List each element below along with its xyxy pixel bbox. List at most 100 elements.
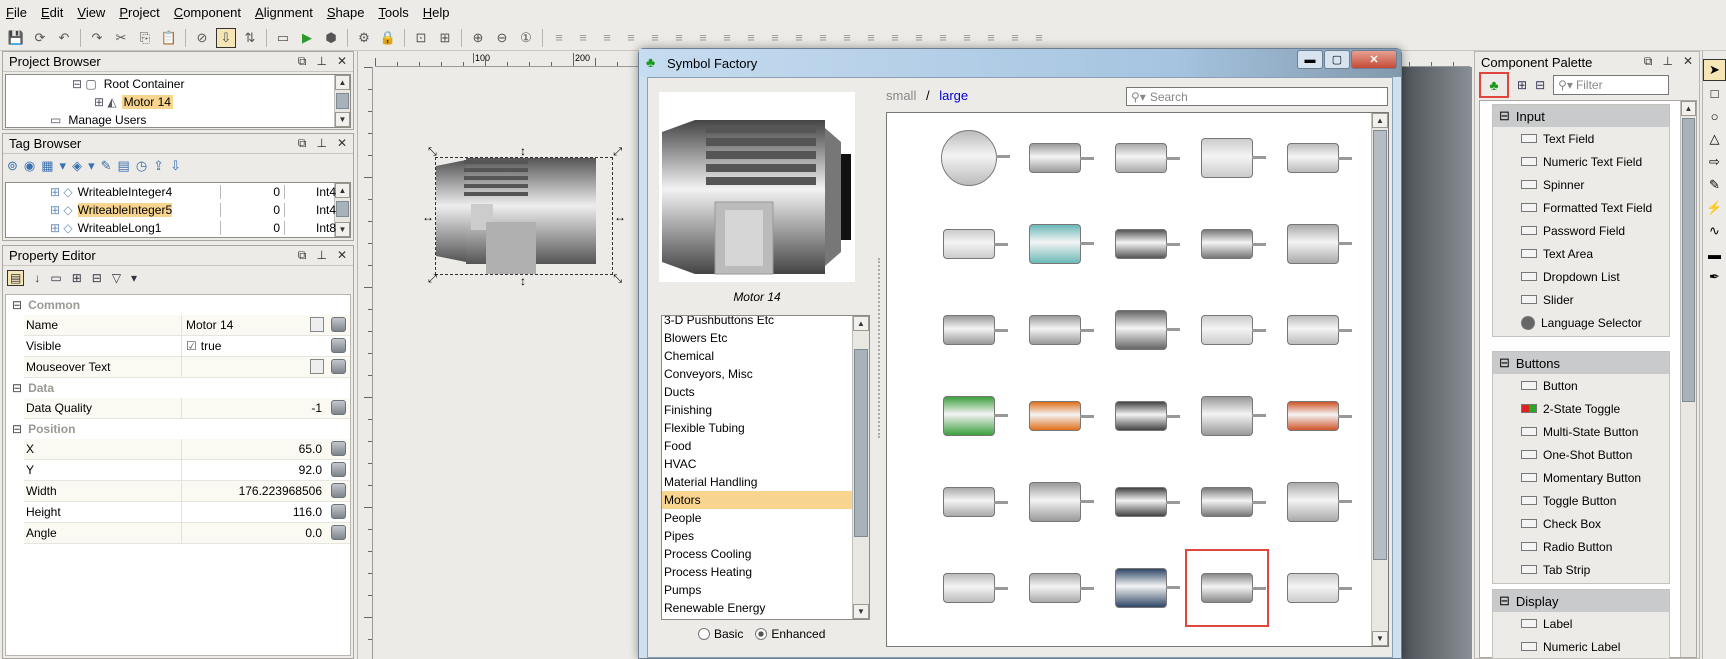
symbol-item[interactable] xyxy=(1013,463,1097,541)
arrow-icon[interactable]: ⇨ xyxy=(1703,151,1726,173)
align-bottom-icon[interactable]: ≡ xyxy=(885,28,905,48)
property-row[interactable]: Y 92.0 xyxy=(24,460,350,481)
category-item[interactable]: Process Cooling xyxy=(662,545,869,563)
gradient-icon[interactable]: ▬ xyxy=(1703,243,1726,265)
property-value[interactable]: 0.0 xyxy=(182,523,350,543)
expand-all-icon[interactable]: ⊞ xyxy=(1517,78,1527,92)
pointer-icon[interactable]: ➤ xyxy=(1703,59,1726,81)
cut-icon[interactable]: ✂ xyxy=(111,28,131,48)
chevron-down-icon[interactable]: ▾ xyxy=(131,271,137,285)
scrollbar[interactable]: ▲ ▼ xyxy=(1371,113,1388,646)
palette-item[interactable]: Spinner xyxy=(1493,173,1669,196)
gear-icon[interactable]: ⚙ xyxy=(354,28,374,48)
maximize-button[interactable]: ▢ xyxy=(1324,50,1350,69)
symbol-item[interactable] xyxy=(927,291,1011,369)
collapse-all-icon[interactable]: ⊟ xyxy=(92,271,102,285)
binding-icon[interactable] xyxy=(331,525,346,540)
center-v-icon[interactable]: ≡ xyxy=(933,28,953,48)
rectangle-icon[interactable]: □ xyxy=(1703,82,1726,104)
ellipse-icon[interactable]: ○ xyxy=(1703,105,1726,127)
palette-item[interactable]: Password Field xyxy=(1493,219,1669,242)
menu-component[interactable]: Component xyxy=(174,5,241,20)
edit-text-icon[interactable] xyxy=(310,359,324,374)
tree-item[interactable]: ⊞ ◭ Motor 14 xyxy=(6,93,350,111)
float-icon[interactable]: ⧉ xyxy=(298,248,307,263)
size-large-link[interactable]: large xyxy=(939,88,968,103)
category-item[interactable]: Chemical xyxy=(662,347,869,365)
palette-item[interactable]: Button xyxy=(1493,374,1669,397)
menu-edit[interactable]: Edit xyxy=(41,5,63,20)
paste-icon[interactable]: 📋 xyxy=(159,28,179,48)
palette-item[interactable]: Formatted Text Field xyxy=(1493,196,1669,219)
symbol-item[interactable] xyxy=(927,119,1011,197)
category-item[interactable]: 3-D Pushbuttons Etc xyxy=(662,316,869,329)
zoom-actual-icon[interactable]: ① xyxy=(516,28,536,48)
resize-handle[interactable]: ↕ xyxy=(520,274,526,288)
chevron-down-icon[interactable]: ▾ xyxy=(88,158,95,174)
symbol-item[interactable] xyxy=(1013,549,1097,627)
palette-item[interactable]: 2-State Toggle xyxy=(1493,397,1669,420)
minimize-button[interactable]: ▬ xyxy=(1297,50,1323,69)
distribute-h-icon[interactable]: ≡ xyxy=(957,28,977,48)
category-item[interactable]: Blowers Etc xyxy=(662,329,869,347)
close-icon[interactable]: ✕ xyxy=(337,136,347,151)
zoom-in-icon[interactable]: ⊕ xyxy=(468,28,488,48)
splitter[interactable] xyxy=(878,258,880,438)
same-width-icon[interactable]: ≡ xyxy=(1005,28,1025,48)
category-position[interactable]: ⊟ Position xyxy=(6,419,350,439)
tag-row[interactable]: ⊞ ◇ WriteableInteger5 0 Int4 xyxy=(6,201,350,219)
menu-help[interactable]: Help xyxy=(423,5,450,20)
comm-readwrite-icon[interactable]: ⇅ xyxy=(240,28,260,48)
close-icon[interactable]: ✕ xyxy=(337,54,347,69)
tag-row[interactable]: ⊞ ◇ WriteableInteger4 0 Int4 xyxy=(6,183,350,201)
binding-icon[interactable] xyxy=(331,504,346,519)
distribute-v-icon[interactable]: ≡ xyxy=(981,28,1001,48)
pin-icon[interactable]: ⊥ xyxy=(1662,54,1672,69)
comm-read-icon[interactable]: ⇩ xyxy=(216,27,236,48)
size-small-link[interactable]: small xyxy=(886,88,916,103)
flip-icon[interactable]: ≡ xyxy=(693,28,713,48)
property-value[interactable]: -1 xyxy=(182,398,350,418)
symbol-item[interactable] xyxy=(1099,119,1183,197)
resize-handle[interactable]: ⤡ xyxy=(428,146,437,159)
copy-icon[interactable]: ⎘ xyxy=(135,28,155,48)
palette-item[interactable]: Dropdown List xyxy=(1493,265,1669,288)
filter-icon[interactable]: ▽ xyxy=(112,271,121,285)
scrollbar[interactable]: ▲ xyxy=(1680,101,1696,657)
menu-view[interactable]: View xyxy=(77,5,105,20)
save-icon[interactable]: 💾 xyxy=(6,28,26,48)
resize-handle[interactable]: ⤢ xyxy=(613,146,622,159)
resize-handle[interactable]: ⤡ xyxy=(613,273,622,286)
dialog-titlebar[interactable]: ♣ Symbol Factory xyxy=(639,49,1401,77)
symbol-item[interactable] xyxy=(1185,119,1269,197)
palette-item[interactable]: One-Shot Button xyxy=(1493,443,1669,466)
center-h-icon[interactable]: ≡ xyxy=(909,28,929,48)
property-row[interactable]: Height 116.0 xyxy=(24,502,350,523)
close-icon[interactable]: ✕ xyxy=(1683,54,1693,69)
symbol-item[interactable] xyxy=(1099,377,1183,455)
menu-alignment[interactable]: Alignment xyxy=(255,5,313,20)
symbol-item[interactable] xyxy=(1013,119,1097,197)
palette-item[interactable]: Numeric Label xyxy=(1493,635,1669,658)
path-icon[interactable]: ∿ xyxy=(1703,220,1726,242)
category-list[interactable]: ▲ ▼ 3-D Pushbuttons Etc Blowers Etc Chemica… xyxy=(661,315,870,620)
zoom-fit-icon[interactable]: ⊡ xyxy=(411,28,431,48)
play-icon[interactable]: ▶ xyxy=(297,28,317,48)
category-item[interactable]: Pumps xyxy=(662,581,869,599)
property-row[interactable]: X 65.0 xyxy=(24,439,350,460)
pin-icon[interactable]: ⊥ xyxy=(316,54,326,69)
category-common[interactable]: ⊟ Common xyxy=(6,295,350,315)
binding-icon[interactable] xyxy=(331,317,346,332)
symbol-item[interactable] xyxy=(1185,377,1269,455)
edit-tag-icon[interactable]: ✎ xyxy=(101,158,112,174)
category-data[interactable]: ⊟ Data xyxy=(6,378,350,398)
palette-item[interactable]: Slider xyxy=(1493,288,1669,311)
new-window-icon[interactable]: ▭ xyxy=(273,28,293,48)
binding-icon[interactable]: ▭ xyxy=(50,271,61,285)
symbol-item[interactable] xyxy=(927,205,1011,283)
palette-item[interactable]: Text Area xyxy=(1493,242,1669,265)
symbol-search-input[interactable]: ⚲▾ Search xyxy=(1126,87,1388,106)
zoom-out-icon[interactable]: ⊖ xyxy=(492,28,512,48)
motor-component[interactable]: ⤡ ↕ ⤢ ↔ ↔ ⤢ ↕ ⤡ xyxy=(422,144,626,288)
symbol-factory-button[interactable]: ♣ xyxy=(1479,72,1509,98)
